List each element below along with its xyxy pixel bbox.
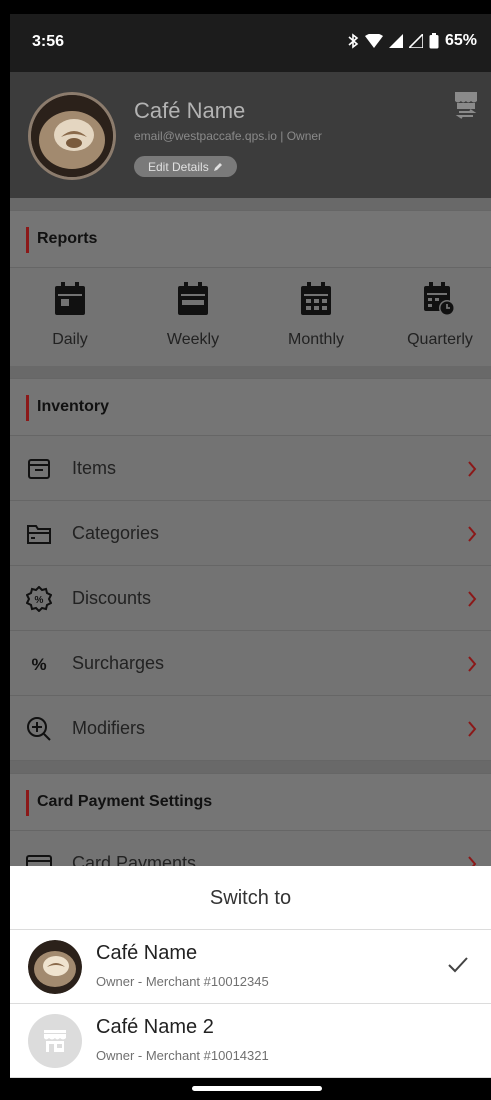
row-label: Items (72, 458, 117, 478)
account-subtitle: Owner - Merchant #10012345 (96, 974, 269, 989)
pencil-icon (213, 162, 222, 171)
box-icon (28, 459, 50, 479)
reports-row: Daily Weekly Monthly Quarterly (10, 268, 491, 366)
section-accent-bar (26, 395, 29, 421)
section-title: Reports (37, 230, 98, 247)
section-reports: Reports (10, 210, 491, 268)
section-title: Inventory (37, 398, 110, 415)
account-subtitle: Owner - Merchant #10014321 (96, 1048, 269, 1063)
switch-store-icon[interactable] (453, 90, 479, 122)
svg-text:%: % (35, 595, 44, 606)
calendar-month-icon (301, 282, 331, 315)
account-name: Café Name (96, 942, 198, 964)
section-inventory: Inventory (10, 378, 491, 436)
section-card-payment: Card Payment Settings (10, 773, 491, 831)
row-label: Surcharges (72, 653, 165, 673)
calendar-clock-icon (424, 282, 455, 316)
report-label: Monthly (287, 331, 345, 348)
chevron-right-icon (468, 721, 477, 737)
account-option-cafe-name[interactable]: Café Name Owner - Merchant #10012345 (10, 930, 491, 1004)
inventory-row-discounts[interactable]: % Discounts (10, 566, 491, 631)
home-indicator[interactable] (192, 1086, 322, 1091)
battery-icon (429, 33, 439, 49)
chevron-right-icon (468, 591, 477, 607)
row-label: Discounts (72, 588, 152, 608)
report-label: Weekly (166, 331, 220, 348)
cafe-email-role: email@westpaccafe.qps.io | Owner (134, 129, 323, 143)
inventory-row-surcharges[interactable]: % Surcharges (10, 631, 491, 696)
percent-icon: % (31, 655, 46, 674)
section-accent-bar (26, 790, 29, 816)
inventory-row-categories[interactable]: Categories (10, 501, 491, 566)
row-label: Categories (72, 523, 160, 543)
row-label: Modifiers (72, 718, 146, 738)
edit-details-label: Edit Details (148, 159, 209, 174)
signal-icon (388, 34, 403, 48)
report-label: Daily (52, 331, 88, 348)
status-bar: 3:56 65% (10, 14, 491, 72)
divider (10, 198, 491, 210)
divider (10, 366, 491, 378)
report-weekly[interactable]: Weekly (133, 282, 253, 349)
inventory-row-modifiers[interactable]: Modifiers (10, 696, 491, 761)
store-avatar (28, 1014, 82, 1068)
section-title: Card Payment Settings (37, 793, 213, 810)
edit-details-button[interactable]: Edit Details (134, 156, 237, 177)
report-daily[interactable]: Daily (10, 282, 130, 349)
app-screen: 3:56 65% Café Name email@westpaccafe.qps… (10, 14, 491, 1100)
cafe-name: Café Name (134, 98, 246, 123)
clock: 3:56 (32, 33, 65, 50)
account-option-cafe-name-2[interactable]: Café Name 2 Owner - Merchant #10014321 (10, 1004, 491, 1078)
status-icons: 65% (347, 32, 477, 50)
chevron-right-icon (468, 461, 477, 477)
report-monthly[interactable]: Monthly (256, 282, 376, 349)
calendar-week-icon (178, 282, 208, 315)
report-quarterly[interactable]: Quarterly (380, 282, 491, 349)
inventory-row-items[interactable]: Items (10, 436, 491, 501)
checkmark-icon (448, 957, 468, 973)
account-name: Café Name 2 (96, 1016, 214, 1038)
folder-icon (27, 525, 51, 544)
section-accent-bar (26, 227, 29, 253)
svg-text:%: % (31, 655, 46, 674)
plus-magnifier-icon (27, 717, 51, 741)
cafe-avatar (28, 92, 116, 180)
chevron-right-icon (468, 526, 477, 542)
calendar-day-icon (55, 282, 85, 315)
chevron-right-icon (468, 656, 477, 672)
profile-header: Café Name email@westpaccafe.qps.io | Own… (10, 72, 491, 198)
sheet-title: Switch to (10, 866, 491, 930)
battery-percent: 65% (444, 32, 477, 49)
gesture-nav-bar (10, 1078, 491, 1100)
switch-account-sheet: Switch to Café Name Owner - Merchant #10… (10, 866, 491, 1100)
signal-icon-2 (408, 34, 423, 48)
settings-list: Reports Daily Weekly Monthly Quarterly I… (10, 198, 491, 896)
divider (10, 761, 491, 773)
account-avatar (28, 940, 82, 994)
report-label: Quarterly (407, 331, 473, 348)
discount-badge-icon: % (26, 586, 52, 612)
store-icon (44, 1030, 66, 1052)
wifi-icon (364, 34, 383, 48)
bluetooth-icon (348, 33, 359, 49)
